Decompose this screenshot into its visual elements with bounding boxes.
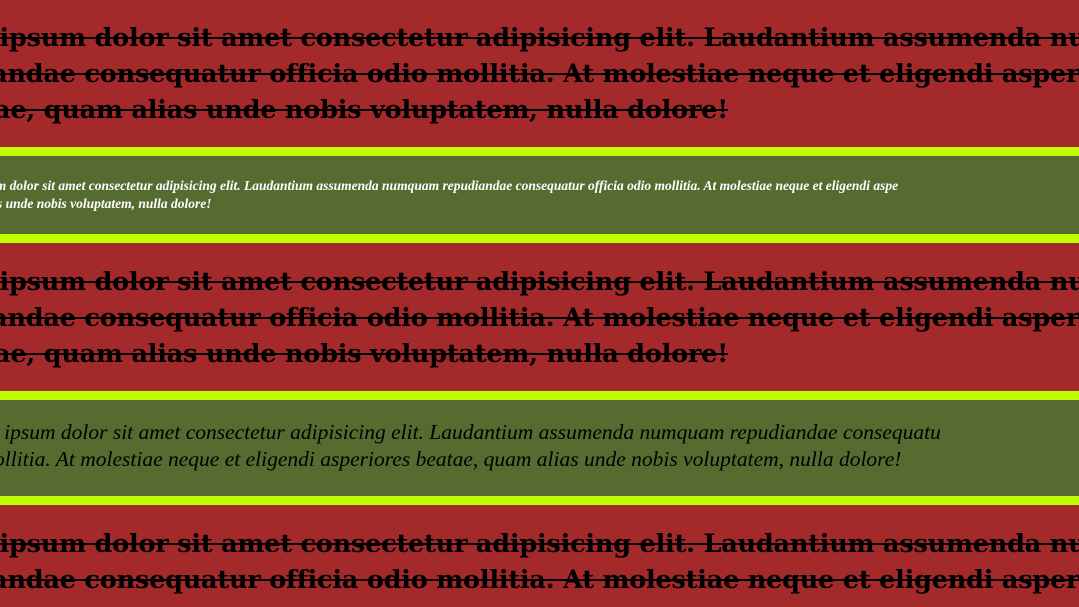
- paragraph-line-1: sum dolor sit amet consectetur adipisici…: [0, 178, 899, 193]
- paragraph-line-2: diandae consequatur officia odio molliti…: [0, 59, 1079, 89]
- red-paragraph-block-2: m ipsum dolor sit amet consectetur adipi…: [0, 243, 1079, 391]
- paragraph-line-1: n ipsum dolor sit amet consectetur adipi…: [0, 420, 941, 444]
- paragraph-line-1: m ipsum dolor sit amet consectetur adipi…: [0, 267, 1079, 297]
- paragraph-line-2: ollitia. At molestiae neque et eligendi …: [0, 447, 902, 471]
- paragraph-line-2: s unde nobis voluptatem, nulla dolore!: [0, 196, 212, 211]
- red-paragraph-block-3: m ipsum dolor sit amet consectetur adipi…: [0, 505, 1079, 607]
- paragraph-line-1: m ipsum dolor sit amet consectetur adipi…: [0, 529, 1079, 559]
- green-paragraph-block-2: n ipsum dolor sit amet consectetur adipi…: [0, 391, 1079, 505]
- red-paragraph-block-1: m ipsum dolor sit amet consectetur adipi…: [0, 0, 1079, 147]
- paragraph-line-1: m ipsum dolor sit amet consectetur adipi…: [0, 23, 1079, 53]
- green-paragraph-block-1: sum dolor sit amet consectetur adipisici…: [0, 147, 1079, 243]
- paragraph-line-2: diandae consequatur officia odio molliti…: [0, 303, 1079, 333]
- page: m ipsum dolor sit amet consectetur adipi…: [0, 0, 1079, 607]
- paragraph-line-2: diandae consequatur officia odio molliti…: [0, 565, 1079, 595]
- paragraph-line-3: ae, quam alias unde nobis voluptatem, nu…: [0, 339, 729, 369]
- paragraph-line-3: ae, quam alias unde nobis voluptatem, nu…: [0, 95, 729, 125]
